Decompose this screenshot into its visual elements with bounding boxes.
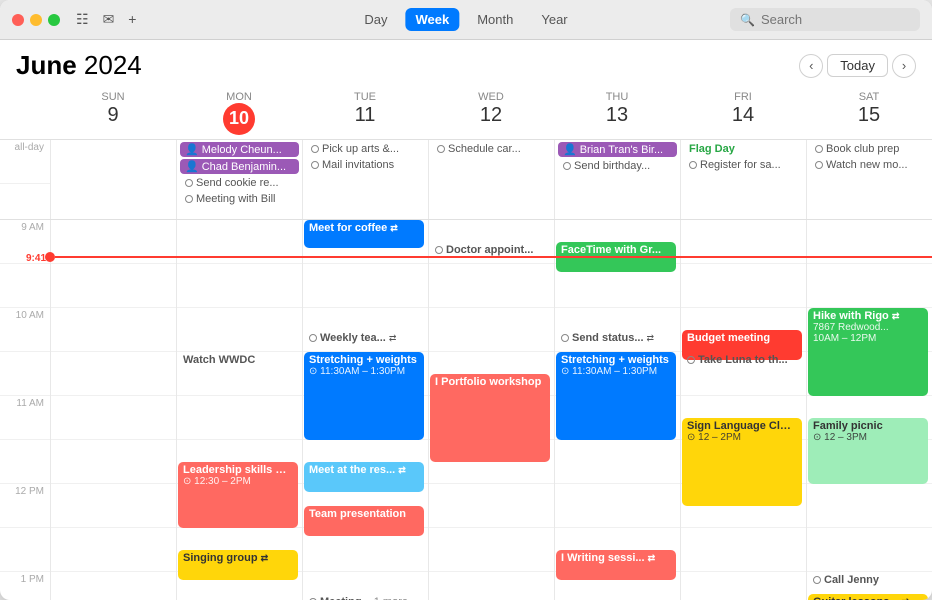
cal-event[interactable]: I Portfolio workshop	[430, 374, 550, 462]
nav-day[interactable]: Day	[354, 8, 397, 31]
day-header-thu: THU 13	[554, 87, 680, 139]
allday-event[interactable]: Meeting with Bill	[180, 192, 299, 206]
allday-event[interactable]: Send birthday...	[558, 159, 677, 173]
day-header-fri: FRI 14	[680, 87, 806, 139]
bg-col-sun	[50, 220, 176, 600]
cal-event[interactable]: Meet for coffee ⇄	[304, 220, 424, 248]
person-icon: 👤	[185, 160, 199, 173]
allday-event[interactable]: 👤 Chad Benjamin...	[180, 159, 299, 174]
cal-event[interactable]: Meet at the res... ⇄	[304, 462, 424, 492]
allday-tue: Pick up arts &... Mail invitations	[302, 140, 428, 219]
sidebar-icon[interactable]: ☷	[76, 11, 89, 28]
allday-sun	[50, 140, 176, 219]
cal-event[interactable]: Stretching + weights⊙ 11:30AM – 1:30PM	[304, 352, 424, 440]
search-icon: 🔍	[740, 13, 755, 27]
person-icon: 👤	[185, 143, 199, 156]
bg-col-mon	[176, 220, 302, 600]
cal-event[interactable]: I Writing sessi... ⇄	[556, 550, 676, 580]
allday-fri: Flag Day Register for sa...	[680, 140, 806, 219]
nav-year[interactable]: Year	[531, 8, 577, 31]
time-column: 9 AM 10 AM 11 AM 12 PM 1 PM 2 PM 3 PM	[0, 220, 50, 600]
allday-thu: 👤 Brian Tran's Bir... Send birthday...	[554, 140, 680, 219]
cal-event[interactable]: Family picnic⊙ 12 – 3PM	[808, 418, 928, 484]
circle-icon	[815, 161, 823, 169]
cal-event[interactable]: Sign Language Club ⇄⊙ 12 – 2PM	[682, 418, 802, 506]
circle-icon	[185, 179, 193, 187]
cal-event[interactable]: Leadership skills meeting⊙ 12:30 – 2PM	[178, 462, 298, 528]
cal-event[interactable]: Singing group ⇄	[178, 550, 298, 580]
search-bar[interactable]: 🔍	[730, 8, 920, 31]
allday-event[interactable]: 👤 Brian Tran's Bir...	[558, 142, 677, 157]
circle-icon	[185, 195, 193, 203]
day-headers: SUN 9 MON 10 TUE 11 WED 12 THU 13 FRI 14	[0, 81, 932, 140]
prev-button[interactable]: ‹	[799, 54, 823, 78]
person-icon: 👤	[563, 143, 577, 156]
circle-icon	[815, 145, 823, 153]
circle-icon	[563, 162, 571, 170]
view-nav: Day Week Month Year	[354, 8, 577, 31]
nav-month[interactable]: Month	[467, 8, 523, 31]
allday-mon: 👤 Melody Cheun... 👤 Chad Benjamin... Sen…	[176, 140, 302, 219]
cal-event[interactable]: Hike with Rigo ⇄7867 Redwood...10AM – 12…	[808, 308, 928, 396]
next-button[interactable]: ›	[892, 54, 916, 78]
cal-event[interactable]: Team presentation	[304, 506, 424, 536]
allday-event[interactable]: Schedule car...	[432, 142, 551, 156]
inbox-icon[interactable]: ✉	[103, 11, 115, 28]
nav-buttons: ‹ Today ›	[799, 54, 916, 78]
titlebar-icon-group: ☷ ✉ +	[76, 11, 136, 28]
calendar-window: ☷ ✉ + Day Week Month Year 🔍 June 2024 ‹ …	[0, 0, 932, 600]
time-grid-scroll[interactable]: 9 AM 10 AM 11 AM 12 PM 1 PM 2 PM 3 PM	[0, 220, 932, 600]
circle-icon	[689, 161, 697, 169]
allday-event[interactable]: Book club prep	[810, 142, 929, 156]
titlebar: ☷ ✉ + Day Week Month Year 🔍	[0, 0, 932, 40]
minimize-button[interactable]	[30, 14, 42, 26]
allday-event[interactable]: Pick up arts &...	[306, 142, 425, 156]
search-input[interactable]	[761, 12, 910, 27]
circle-icon	[437, 145, 445, 153]
day-header-mon: MON 10	[176, 87, 302, 139]
day-header-sat: SAT 15	[806, 87, 932, 139]
month-header: June 2024 ‹ Today ›	[0, 40, 932, 81]
cal-event[interactable]: Take Luna to th...	[682, 352, 802, 380]
day-header-sun: SUN 9	[50, 87, 176, 139]
cal-event[interactable]: Meeting... 1 more	[304, 594, 424, 600]
day-header-wed: WED 12	[428, 87, 554, 139]
cal-event[interactable]: Guitar lessons... ⇄	[808, 594, 928, 600]
allday-row: all-day 👤 Melody Cheun... 👤 Chad Benjami…	[0, 140, 932, 220]
bg-col-fri	[680, 220, 806, 600]
traffic-lights	[12, 14, 60, 26]
allday-event[interactable]: Register for sa...	[684, 158, 803, 172]
day-header-tue: TUE 11	[302, 87, 428, 139]
allday-event-flag-day[interactable]: Flag Day	[684, 142, 803, 156]
today-button[interactable]: Today	[827, 54, 888, 77]
allday-event[interactable]: Watch new mo...	[810, 158, 929, 172]
bg-col-sat	[806, 220, 932, 600]
cal-event[interactable]: Watch WWDC	[178, 352, 298, 382]
current-time-line: 9:41	[0, 250, 932, 264]
time-dot	[45, 252, 55, 262]
circle-icon	[311, 145, 319, 153]
add-icon[interactable]: +	[128, 11, 136, 28]
circle-icon	[311, 161, 319, 169]
nav-week[interactable]: Week	[405, 8, 459, 31]
fullscreen-button[interactable]	[48, 14, 60, 26]
grid-and-events: 9 AM 10 AM 11 AM 12 PM 1 PM 2 PM 3 PM	[0, 220, 932, 600]
close-button[interactable]	[12, 14, 24, 26]
allday-event[interactable]: Mail invitations	[306, 158, 425, 172]
cal-event[interactable]: Stretching + weights⊙ 11:30AM – 1:30PM	[556, 352, 676, 440]
time-line	[55, 256, 932, 258]
calendar-container: SUN 9 MON 10 TUE 11 WED 12 THU 13 FRI 14	[0, 81, 932, 600]
current-time-label: 9:41	[0, 250, 50, 264]
allday-wed: Schedule car...	[428, 140, 554, 219]
allday-event[interactable]: 👤 Melody Cheun...	[180, 142, 299, 157]
allday-sat: Book club prep Watch new mo...	[806, 140, 932, 219]
allday-event[interactable]: Send cookie re...	[180, 176, 299, 190]
month-title: June 2024	[16, 50, 142, 81]
allday-label: all-day	[0, 140, 50, 184]
